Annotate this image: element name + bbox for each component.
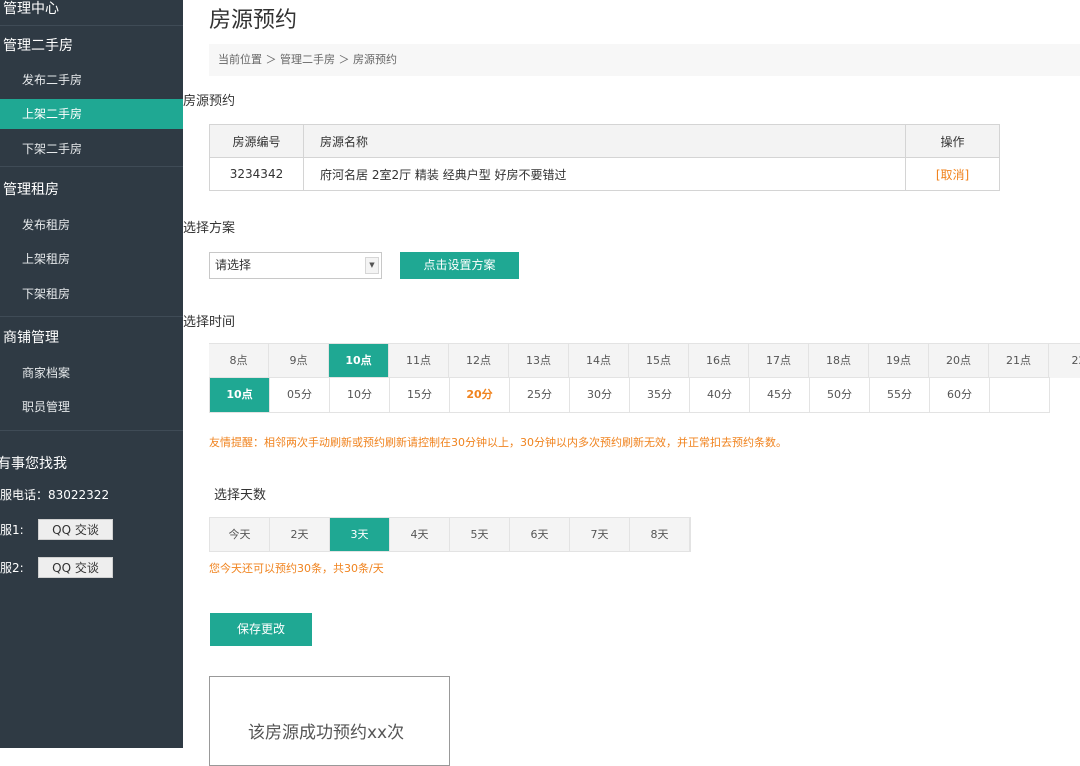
day-cell[interactable]: 3天 (330, 518, 390, 551)
service2-label: 客服2: (0, 561, 24, 575)
table-row: 3234342 府河名居 2室2厅 精装 经典户型 好房不要错过 [取消] (209, 157, 1000, 191)
selected-hour-cell: 10点 (210, 378, 270, 412)
day-cell[interactable]: 6天 (510, 518, 570, 551)
sidebar-divider (0, 316, 183, 317)
days-label: 选择天数 (214, 488, 267, 503)
day-note: 您今天还可以预约30条，共30条/天 (209, 562, 384, 575)
service-phone: 客服电话：83022322 (0, 488, 110, 502)
hour-cell[interactable]: 9点 (269, 344, 329, 378)
hour-cell[interactable]: 16点 (689, 344, 749, 378)
minute-cell[interactable]: 60分 (930, 378, 990, 412)
stat-text: 该房源成功预约xx次 (248, 723, 405, 743)
hour-cell[interactable]: 15点 (629, 344, 689, 378)
sidebar-item-publish-rent[interactable]: 发布租房 (0, 210, 183, 240)
sidebar-item-publish-used[interactable]: 发布二手房 (0, 65, 183, 95)
sidebar-item-unlist-rent[interactable]: 下架租房 (0, 279, 183, 309)
page-title: 房源预约 (209, 8, 298, 33)
minute-cell[interactable]: 10分 (330, 378, 390, 412)
sidebar-item-merchant-profile[interactable]: 商家档案 (0, 358, 183, 388)
contact-title: 有事您找我 (0, 456, 67, 472)
sidebar-item-list-used[interactable]: 上架二手房 (0, 99, 183, 129)
minute-cell[interactable]: 30分 (570, 378, 630, 412)
hour-cell[interactable]: 10点 (329, 344, 389, 378)
minute-cell[interactable]: 25分 (510, 378, 570, 412)
minute-cell[interactable]: 50分 (810, 378, 870, 412)
operation-cell: [取消] (905, 157, 1000, 191)
minute-cell[interactable]: 05分 (270, 378, 330, 412)
header-house-name: 房源名称 (303, 124, 906, 158)
main-content: 房源预约 当前位置 ＞ 管理二手房 ＞ 房源预约 房源预约 房源编号 房源名称 … (183, 0, 1080, 766)
section-label: 房源预约 (183, 94, 236, 109)
breadcrumb: 当前位置 ＞ 管理二手房 ＞ 房源预约 (209, 44, 1080, 76)
minute-cell[interactable]: 45分 (750, 378, 810, 412)
plan-label: 选择方案 (183, 221, 236, 236)
set-plan-button[interactable]: 点击设置方案 (400, 252, 519, 279)
minute-cell[interactable]: 55分 (870, 378, 930, 412)
header-house-id: 房源编号 (209, 124, 304, 158)
hour-cell[interactable]: 20点 (929, 344, 989, 378)
sidebar-section-used[interactable]: 管理二手房 (3, 35, 73, 55)
hour-cell[interactable]: 13点 (509, 344, 569, 378)
minute-cell[interactable] (990, 378, 1050, 412)
sidebar-divider (0, 25, 183, 26)
minute-cell[interactable]: 15分 (390, 378, 450, 412)
day-cell[interactable]: 8天 (630, 518, 690, 551)
sidebar-divider (0, 166, 183, 167)
sidebar-section-rent[interactable]: 管理租房 (3, 179, 59, 199)
cancel-link[interactable]: [取消] (936, 168, 969, 182)
plan-select-value: 请选择 (215, 258, 252, 272)
minute-row: 10点 05分 10分 15分 20分 25分 30分 35分 40分 45分 50分 55分 60分 (209, 377, 1050, 413)
plan-select[interactable]: 请选择 ▼ (209, 252, 382, 279)
time-label: 选择时间 (183, 315, 236, 330)
stat-box: 该房源成功预约xx次 (209, 676, 450, 766)
day-cell[interactable]: 2天 (270, 518, 330, 551)
table-header-row: 房源编号 房源名称 操作 (209, 124, 1000, 158)
hour-cell[interactable]: 14点 (569, 344, 629, 378)
header-operation: 操作 (905, 124, 1000, 158)
qq-chat-button-1[interactable]: QQ 交谈 (38, 519, 113, 540)
hour-cell[interactable]: 19点 (869, 344, 929, 378)
sidebar-item-unlist-used[interactable]: 下架二手房 (0, 134, 183, 164)
hour-cell[interactable]: 17点 (749, 344, 809, 378)
hour-cell[interactable]: 11点 (389, 344, 449, 378)
minute-cell[interactable]: 20分 (450, 378, 510, 412)
service1-label: 客服1: (0, 523, 24, 537)
save-button[interactable]: 保存更改 (210, 613, 312, 646)
day-row: 今天 2天 3天 4天 5天 6天 7天 8天 (209, 517, 691, 552)
day-cell[interactable]: 今天 (210, 518, 270, 551)
sidebar-item-staff[interactable]: 职员管理 (0, 392, 183, 422)
hour-cell[interactable]: 12点 (449, 344, 509, 378)
hour-cell[interactable]: 22 (1049, 344, 1080, 378)
minute-cell[interactable]: 40分 (690, 378, 750, 412)
sidebar-section-shop[interactable]: 商铺管理 (3, 327, 59, 347)
day-cell[interactable]: 5天 (450, 518, 510, 551)
sidebar: 管理中心 管理二手房 发布二手房 上架二手房 下架二手房 管理租房 发布租房 上… (0, 0, 183, 748)
hour-row: 8点 9点 10点 11点 12点 13点 14点 15点 16点 17点 18点 19点 20点 21点… (209, 343, 1080, 378)
minute-cell[interactable]: 35分 (630, 378, 690, 412)
day-cell[interactable]: 4天 (390, 518, 450, 551)
hour-cell[interactable]: 18点 (809, 344, 869, 378)
hour-cell[interactable]: 21点 (989, 344, 1049, 378)
hour-cell[interactable]: 8点 (209, 344, 269, 378)
qq-chat-button-2[interactable]: QQ 交谈 (38, 557, 113, 578)
house-id: 3234342 (209, 157, 304, 191)
sidebar-item-list-rent[interactable]: 上架租房 (0, 244, 183, 274)
sidebar-section-manage-center[interactable]: 管理中心 (3, 0, 59, 18)
house-name: 府河名居 2室2厅 精装 经典户型 好房不要错过 (303, 157, 906, 191)
sidebar-divider (0, 430, 183, 431)
day-cell[interactable]: 7天 (570, 518, 630, 551)
chevron-down-icon[interactable]: ▼ (365, 257, 379, 274)
friendly-tip: 友情提醒：相邻两次手动刷新或预约刷新请控制在30分钟以上，30分钟以内多次预约刷… (209, 436, 787, 449)
house-table: 房源编号 房源名称 操作 3234342 府河名居 2室2厅 精装 经典户型 好… (209, 124, 1000, 191)
